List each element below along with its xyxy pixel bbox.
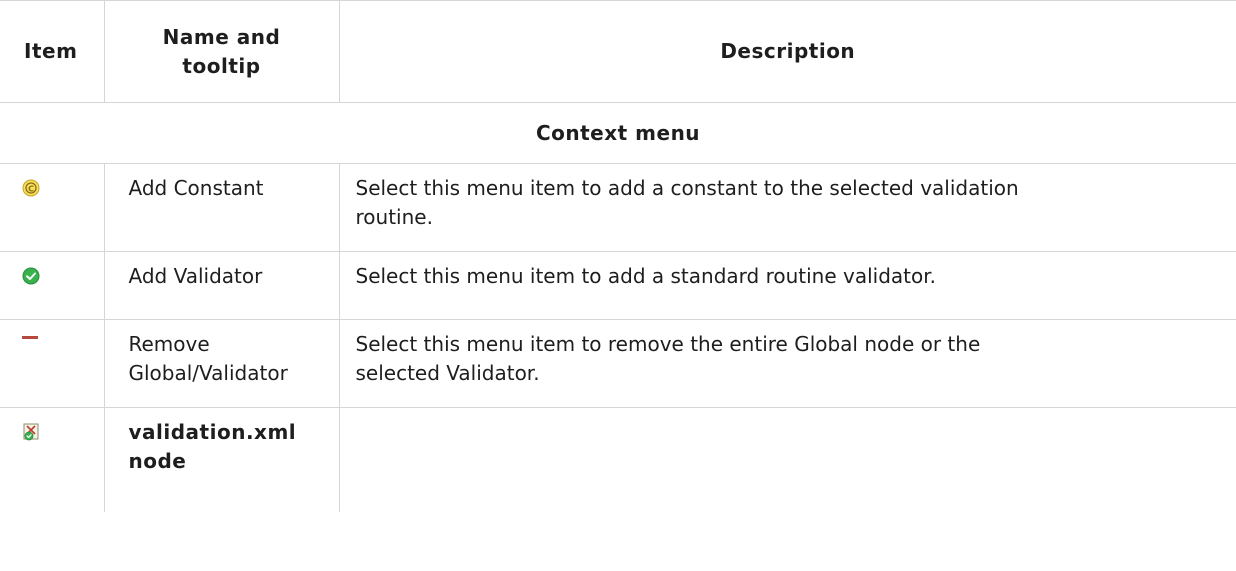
description-cell: Select this menu item to remove the enti… bbox=[338, 319, 1236, 408]
table-row-add-constant: C Add Constant Select this menu item to … bbox=[0, 163, 1236, 252]
validator-check-icon bbox=[22, 264, 40, 285]
svg-text:C: C bbox=[28, 184, 34, 193]
description-cell bbox=[338, 407, 1236, 512]
name-cell: Remove Global/Validator bbox=[103, 319, 340, 408]
remove-minus-icon bbox=[22, 332, 40, 350]
item-cell bbox=[0, 407, 105, 512]
item-cell bbox=[0, 319, 105, 408]
item-cell: C bbox=[0, 163, 105, 252]
description-cell: Select this menu item to add a standard … bbox=[338, 251, 1236, 320]
table-row-remove: Remove Global/Validator Select this menu… bbox=[0, 319, 1236, 408]
header-item: Item bbox=[0, 0, 105, 103]
row-name-line1: validation.xml bbox=[128, 420, 297, 444]
header-description: Description bbox=[338, 0, 1236, 103]
row-name: Add Validator bbox=[128, 264, 263, 288]
table-row-validation-xml-node: validation.xml node bbox=[0, 407, 1236, 512]
header-name-line2: tooltip bbox=[182, 53, 261, 78]
row-description-line2: selected Validator. bbox=[355, 361, 540, 385]
description-cell: Select this menu item to add a constant … bbox=[338, 163, 1236, 252]
row-description-line1: Select this menu item to add a standard … bbox=[355, 264, 936, 288]
constant-icon: C bbox=[22, 176, 40, 197]
row-description-line1: Select this menu item to add a constant … bbox=[355, 176, 1019, 200]
row-description-line2: routine. bbox=[355, 205, 433, 229]
header-name-line1: Name and bbox=[162, 24, 281, 49]
row-name-line1: Remove bbox=[128, 332, 210, 356]
tool-window-reference-table: Item Name and tooltip Description Contex… bbox=[0, 0, 1236, 512]
name-cell: Add Constant bbox=[103, 163, 340, 252]
row-description-line1: Select this menu item to remove the enti… bbox=[355, 332, 981, 356]
section-row: Context menu bbox=[0, 102, 1236, 164]
table-header-row: Item Name and tooltip Description bbox=[0, 0, 1236, 103]
item-cell bbox=[0, 251, 105, 320]
name-cell: validation.xml node bbox=[103, 407, 340, 512]
header-name-tooltip: Name and tooltip bbox=[103, 0, 340, 103]
name-cell: Add Validator bbox=[103, 251, 340, 320]
section-title-context-menu: Context menu bbox=[0, 102, 1236, 164]
row-name-line2: node bbox=[128, 449, 187, 473]
row-name-line2: Global/Validator bbox=[128, 361, 288, 385]
table-row-add-validator: Add Validator Select this menu item to a… bbox=[0, 251, 1236, 320]
row-name: Add Constant bbox=[128, 176, 264, 200]
xml-validation-node-icon bbox=[22, 420, 40, 441]
